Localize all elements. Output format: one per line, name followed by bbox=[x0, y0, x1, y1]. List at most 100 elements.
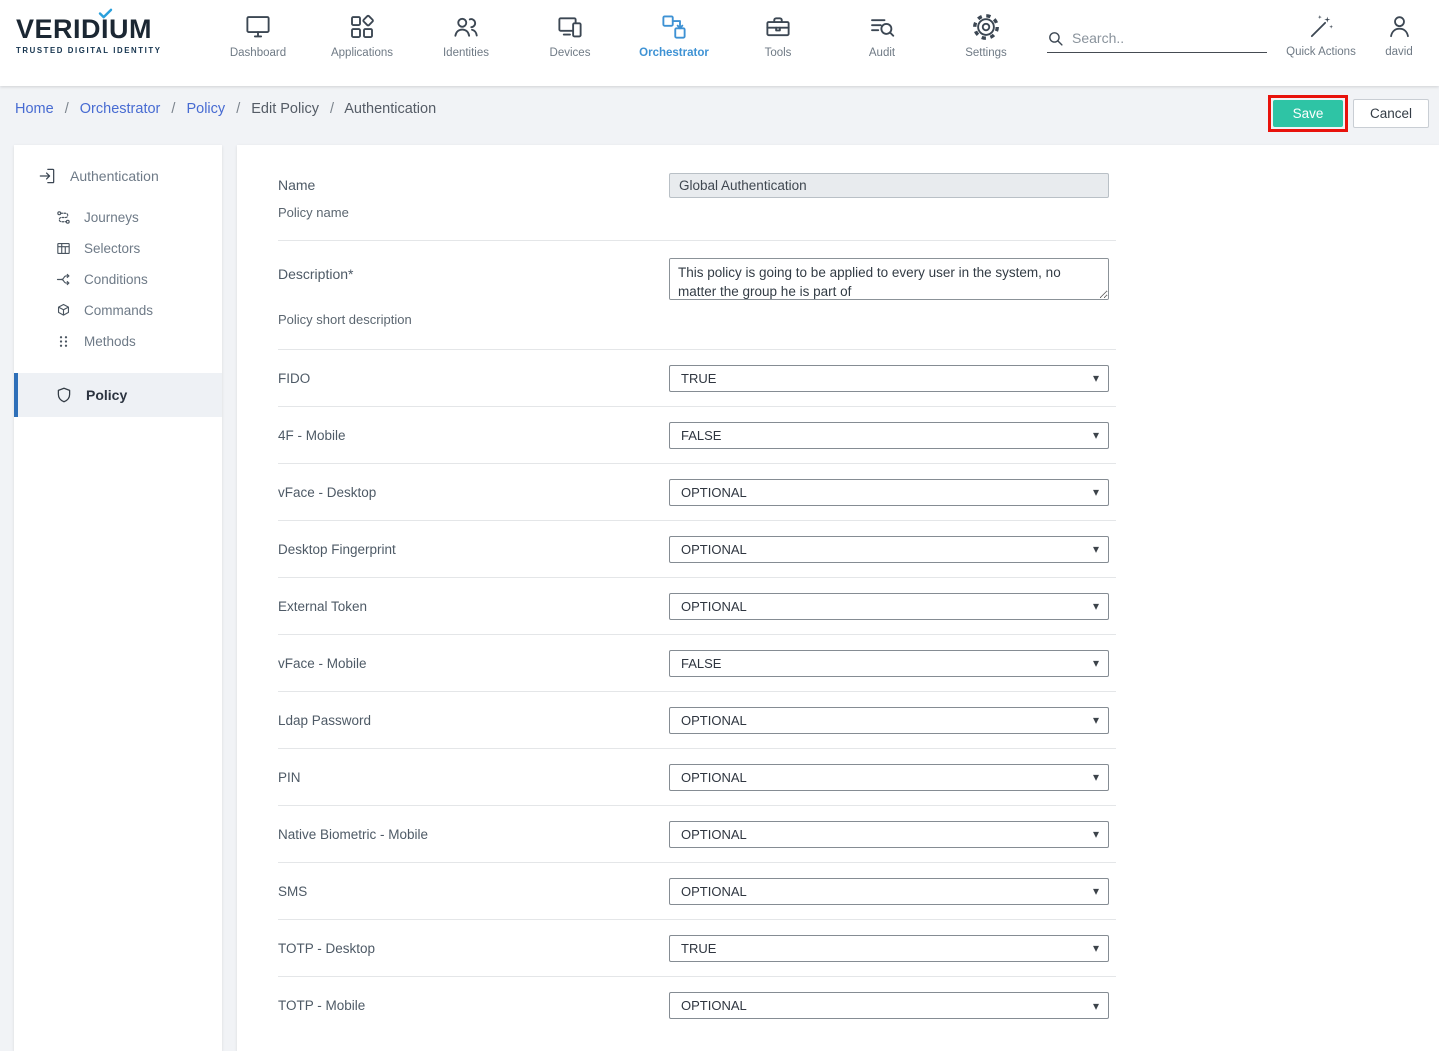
sidebar-item-label: Methods bbox=[84, 334, 136, 349]
sms-select[interactable]: OPTIONAL ▾ bbox=[669, 878, 1109, 905]
field-label: TOTP - Desktop bbox=[278, 941, 669, 956]
chevron-down-icon: ▾ bbox=[1093, 942, 1099, 954]
breadcrumb-policy[interactable]: Policy bbox=[186, 101, 225, 117]
name-label: Name bbox=[278, 177, 669, 193]
totp-desktop-select[interactable]: TRUE ▾ bbox=[669, 935, 1109, 962]
native-biometric-mobile-select[interactable]: OPTIONAL ▾ bbox=[669, 821, 1109, 848]
field-row-vface-mobile: vFace - Mobile FALSE ▾ bbox=[278, 635, 1116, 692]
sidebar-item-policy-active[interactable]: Policy bbox=[14, 373, 222, 417]
magic-wand-icon bbox=[1307, 12, 1336, 41]
select-value: OPTIONAL bbox=[681, 485, 747, 500]
login-arrow-icon bbox=[37, 166, 57, 186]
field-label: PIN bbox=[278, 770, 669, 785]
audit-icon bbox=[867, 12, 897, 42]
nav-item-tools[interactable]: Tools bbox=[726, 9, 830, 59]
field-row-fido: FIDO TRUE ▾ bbox=[278, 350, 1116, 407]
nav-item-settings[interactable]: Settings bbox=[934, 9, 1038, 59]
chevron-down-icon: ▾ bbox=[1093, 657, 1099, 669]
field-row-sms: SMS OPTIONAL ▾ bbox=[278, 863, 1116, 920]
select-value: OPTIONAL bbox=[681, 713, 747, 728]
ldap-password-select[interactable]: OPTIONAL ▾ bbox=[669, 707, 1109, 734]
field-row-ldap-password: Ldap Password OPTIONAL ▾ bbox=[278, 692, 1116, 749]
sidebar-item-label: Selectors bbox=[84, 241, 140, 256]
field-label: vFace - Desktop bbox=[278, 485, 669, 500]
logo-tagline: TRUSTED DIGITAL IDENTITY bbox=[16, 46, 162, 55]
nav-item-applications[interactable]: Applications bbox=[310, 9, 414, 59]
breadcrumb-separator: / bbox=[236, 101, 240, 117]
sidebar-item-label: Policy bbox=[86, 387, 127, 403]
nav-label: Orchestrator bbox=[639, 47, 709, 59]
totp-mobile-select[interactable]: OPTIONAL ▾ bbox=[669, 992, 1109, 1019]
breadcrumb: Home / Orchestrator / Policy / Edit Poli… bbox=[15, 101, 436, 117]
user-avatar-icon bbox=[1385, 12, 1414, 41]
4f-mobile-select[interactable]: FALSE ▾ bbox=[669, 422, 1109, 449]
cancel-button[interactable]: Cancel bbox=[1353, 99, 1429, 128]
select-value: OPTIONAL bbox=[681, 770, 747, 785]
select-value: OPTIONAL bbox=[681, 884, 747, 899]
external-token-select[interactable]: OPTIONAL ▾ bbox=[669, 593, 1109, 620]
breadcrumb-separator: / bbox=[65, 101, 69, 117]
top-header: VERIDIUM TRUSTED DIGITAL IDENTITY Dashbo… bbox=[0, 0, 1439, 86]
sidebar-header-authentication: Authentication bbox=[14, 145, 222, 202]
nav-label: Settings bbox=[965, 47, 1007, 59]
nav-item-identities[interactable]: Identities bbox=[414, 9, 518, 59]
vface-desktop-select[interactable]: OPTIONAL ▾ bbox=[669, 479, 1109, 506]
user-name-label: david bbox=[1385, 46, 1413, 58]
breadcrumb-orchestrator[interactable]: Orchestrator bbox=[80, 101, 161, 117]
policy-form: Name Policy name Description* Policy sho… bbox=[237, 145, 1439, 1034]
methods-dots-icon bbox=[55, 333, 72, 350]
nav-item-orchestrator[interactable]: Orchestrator bbox=[622, 9, 726, 59]
breadcrumb-edit-policy: Edit Policy bbox=[251, 101, 319, 117]
search-bar bbox=[1047, 28, 1267, 53]
journeys-route-icon bbox=[55, 209, 72, 226]
policy-shield-icon bbox=[55, 386, 73, 404]
breadcrumb-separator: / bbox=[171, 101, 175, 117]
nav-label: Audit bbox=[869, 47, 895, 59]
policy-name-input[interactable] bbox=[669, 173, 1109, 198]
field-row-desktop-fingerprint: Desktop Fingerprint OPTIONAL ▾ bbox=[278, 521, 1116, 578]
sidebar-item-label: Journeys bbox=[84, 210, 139, 225]
sidebar-item-journeys[interactable]: Journeys bbox=[14, 202, 222, 233]
pin-select[interactable]: OPTIONAL ▾ bbox=[669, 764, 1109, 791]
nav-label: Tools bbox=[765, 47, 792, 59]
sidebar-header-label: Authentication bbox=[70, 168, 159, 184]
description-label: Description* bbox=[278, 266, 669, 282]
page-actions: Save Cancel bbox=[1268, 95, 1429, 132]
nav-item-dashboard[interactable]: Dashboard bbox=[206, 9, 310, 59]
desktop-fingerprint-select[interactable]: OPTIONAL ▾ bbox=[669, 536, 1109, 563]
commands-cube-icon bbox=[55, 302, 72, 319]
sidebar-item-methods[interactable]: Methods bbox=[14, 326, 222, 357]
select-value: FALSE bbox=[681, 428, 721, 443]
chevron-down-icon: ▾ bbox=[1093, 372, 1099, 384]
sidebar-item-conditions[interactable]: Conditions bbox=[14, 264, 222, 295]
nav-item-devices[interactable]: Devices bbox=[518, 9, 622, 59]
sidebar-item-label: Commands bbox=[84, 303, 153, 318]
save-button-highlight: Save bbox=[1268, 95, 1348, 132]
vface-mobile-select[interactable]: FALSE ▾ bbox=[669, 650, 1109, 677]
save-button[interactable]: Save bbox=[1273, 100, 1343, 127]
select-value: TRUE bbox=[681, 371, 716, 386]
breadcrumb-authentication: Authentication bbox=[344, 101, 436, 117]
applications-icon bbox=[347, 12, 377, 42]
field-row-pin: PIN OPTIONAL ▾ bbox=[278, 749, 1116, 806]
user-menu[interactable]: david bbox=[1360, 9, 1438, 58]
name-sublabel: Policy name bbox=[278, 205, 669, 220]
breadcrumb-home[interactable]: Home bbox=[15, 101, 54, 117]
field-label: FIDO bbox=[278, 371, 669, 386]
quick-actions-button[interactable]: Quick Actions bbox=[1282, 9, 1360, 58]
veridium-logo[interactable]: VERIDIUM TRUSTED DIGITAL IDENTITY bbox=[16, 16, 162, 55]
breadcrumb-separator: / bbox=[330, 101, 334, 117]
field-label: Native Biometric - Mobile bbox=[278, 827, 669, 842]
fido-select[interactable]: TRUE ▾ bbox=[669, 365, 1109, 392]
sidebar-item-label: Conditions bbox=[84, 272, 148, 287]
chevron-down-icon: ▾ bbox=[1093, 543, 1099, 555]
settings-gear-icon bbox=[971, 12, 1001, 42]
nav-item-audit[interactable]: Audit bbox=[830, 9, 934, 59]
logo-check-icon bbox=[98, 8, 113, 19]
description-sublabel: Policy short description bbox=[278, 312, 669, 327]
sidebar-item-selectors[interactable]: Selectors bbox=[14, 233, 222, 264]
search-input[interactable] bbox=[1064, 28, 1267, 48]
select-value: OPTIONAL bbox=[681, 599, 747, 614]
policy-description-textarea[interactable]: This policy is going to be applied to ev… bbox=[669, 258, 1109, 300]
sidebar-item-commands[interactable]: Commands bbox=[14, 295, 222, 326]
